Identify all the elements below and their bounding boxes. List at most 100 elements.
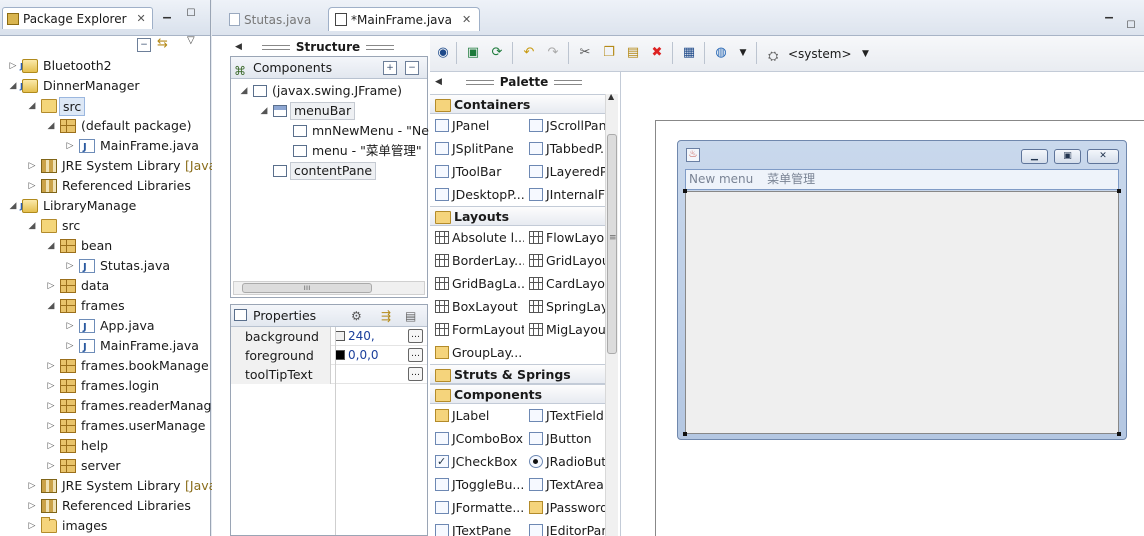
tree-item[interactable]: ▷ MainFrame.java <box>0 136 210 158</box>
tree-item[interactable]: ◢ DinnerManager <box>0 76 210 97</box>
collapsed-twisty-icon[interactable]: ▷ <box>46 396 56 416</box>
palette-item[interactable]: GridBagLa... <box>430 272 524 295</box>
palette-item[interactable]: JToolBar <box>430 160 524 183</box>
tree-item[interactable]: ◢ src <box>0 216 210 236</box>
palette-item[interactable]: JCheckBox <box>430 450 524 473</box>
palette-item[interactable]: JComboBox <box>430 427 524 450</box>
collapsed-twisty-icon[interactable]: ▷ <box>65 256 75 276</box>
tree-item[interactable]: ◢ LibraryManage <box>0 196 210 217</box>
tree-item[interactable]: ▷ images <box>0 516 210 536</box>
collapsed-twisty-icon[interactable]: ▷ <box>46 416 56 436</box>
palette-item[interactable]: JTextField <box>524 404 618 427</box>
expanded-twisty-icon[interactable]: ◢ <box>46 236 56 256</box>
frame-content-pane[interactable] <box>685 191 1119 434</box>
expanded-twisty-icon[interactable]: ◢ <box>27 216 37 236</box>
tree-item[interactable]: ▷ JRE System Library [Java <box>0 156 216 176</box>
palette-item[interactable]: FlowLayout <box>524 226 618 249</box>
collapsed-twisty-icon[interactable]: ▷ <box>27 176 37 196</box>
palette-item[interactable]: JRadioBut... <box>524 450 618 473</box>
property-row[interactable]: background 240,… <box>231 327 427 346</box>
expanded-twisty-icon[interactable]: ◢ <box>8 196 18 216</box>
close-icon[interactable]: ✕ <box>462 13 471 26</box>
test-gui-icon[interactable]: ◉ <box>434 44 452 62</box>
component-tree-item[interactable]: menu - "菜单管理" <box>231 141 427 161</box>
expanded-twisty-icon[interactable]: ◢ <box>259 101 269 121</box>
link-with-editor-icon[interactable]: ⇆ <box>157 36 168 51</box>
expand-all-icon[interactable]: + <box>383 61 397 75</box>
collapsed-twisty-icon[interactable]: ▷ <box>46 456 56 476</box>
palette-item[interactable]: JFormatte... <box>430 496 524 519</box>
palette-item[interactable]: Absolute l... <box>430 226 524 249</box>
palette-item[interactable]: JLabel <box>430 404 524 427</box>
close-icon[interactable]: ✕ <box>1087 149 1119 164</box>
tree-item[interactable]: ▷ Stutas.java <box>0 256 210 278</box>
collapse-all-icon[interactable]: − <box>137 38 151 52</box>
palette-item[interactable]: GroupLay... <box>430 341 524 364</box>
palette-item[interactable]: JLayeredP... <box>524 160 618 183</box>
palette-category[interactable]: Containers <box>430 94 605 114</box>
expanded-twisty-icon[interactable]: ◢ <box>46 296 56 316</box>
maximize-icon[interactable]: ▣ <box>1054 149 1081 164</box>
tree-item[interactable]: ◢ bean <box>0 236 210 256</box>
collapsed-twisty-icon[interactable]: ▷ <box>46 436 56 456</box>
tree-item[interactable]: ◢ frames <box>0 296 210 316</box>
palette-item[interactable]: BoxLayout <box>430 295 524 318</box>
collapsed-twisty-icon[interactable]: ▷ <box>27 476 37 496</box>
collapsed-twisty-icon[interactable]: ▷ <box>27 496 37 516</box>
maximize-icon[interactable]: ☐ <box>1124 20 1138 32</box>
menu-new-menu[interactable]: New menu <box>689 172 753 186</box>
expanded-twisty-icon[interactable]: ◢ <box>239 81 249 101</box>
collapse-arrow-icon[interactable]: ◀ <box>435 72 442 92</box>
tree-item[interactable]: ▷ Referenced Libraries <box>0 496 210 516</box>
tree-item[interactable]: ▷ data <box>0 276 210 296</box>
tree-item[interactable]: ▷ server <box>0 456 210 476</box>
property-value[interactable]: 240, <box>335 327 375 346</box>
palette-item[interactable]: JSplitPane <box>430 137 524 160</box>
frame-menubar[interactable]: New menu 菜单管理 <box>685 169 1119 190</box>
collapse-arrow-icon[interactable]: ◀ <box>235 38 242 56</box>
refresh-icon[interactable]: ⟳ <box>488 44 506 62</box>
component-tree-item[interactable]: ◢ (javax.swing.JFrame) <box>231 81 427 101</box>
palette-item[interactable]: JToggleBu... <box>430 473 524 496</box>
tree-item[interactable]: ▷ frames.bookManage <box>0 356 210 376</box>
jframe-preview[interactable]: ♨ ▁ ▣ ✕ New menu 菜单管理 <box>677 140 1127 440</box>
palette-item[interactable]: JScrollPane <box>524 114 618 137</box>
tree-item[interactable]: ◢ (default package) <box>0 116 210 136</box>
collapsed-twisty-icon[interactable]: ▷ <box>27 156 37 176</box>
palette-item[interactable]: JPassword... <box>524 496 618 519</box>
property-row[interactable]: foreground 0,0,0… <box>231 346 427 365</box>
palette-item[interactable]: JEditorPane <box>524 519 618 536</box>
palette-item[interactable]: FormLayout <box>430 318 524 341</box>
close-icon[interactable]: ✕ <box>137 12 146 25</box>
collapsed-twisty-icon[interactable]: ▷ <box>65 336 75 356</box>
tab-mainframe-java[interactable]: *MainFrame.java ✕ <box>328 7 481 31</box>
tree-item[interactable]: ▷ frames.login <box>0 376 210 396</box>
tab-stutas-java[interactable]: Stutas.java <box>222 7 320 31</box>
horizontal-scrollbar[interactable]: ııı <box>233 281 425 295</box>
design-canvas[interactable]: ♨ ▁ ▣ ✕ New menu 菜单管理 <box>620 72 1144 536</box>
collapsed-twisty-icon[interactable]: ▷ <box>46 276 56 296</box>
palette-item[interactable]: JTextPane <box>430 519 524 536</box>
view-menu-icon[interactable]: ▽ <box>187 35 195 46</box>
tree-item[interactable]: ▷ Bluetooth2 <box>0 56 210 77</box>
cut-icon[interactable]: ✂ <box>576 44 594 62</box>
edit-property-button[interactable]: … <box>408 367 423 381</box>
palette-item[interactable]: JInternalFr... <box>524 183 618 206</box>
edit-property-button[interactable]: … <box>408 348 423 362</box>
goto-definition-icon[interactable]: ⇶ <box>381 305 391 327</box>
scroll-up-icon[interactable]: ▲ <box>608 94 614 101</box>
collapsed-twisty-icon[interactable]: ▷ <box>8 56 18 76</box>
palette-item[interactable]: JDesktopP... <box>430 183 524 206</box>
palette-item[interactable]: JPanel <box>430 114 524 137</box>
show-events-icon[interactable]: ⚙ <box>351 305 362 327</box>
tree-item[interactable]: ▷ frames.readerManag <box>0 396 212 416</box>
undo-icon[interactable]: ↶ <box>520 44 538 62</box>
collapsed-twisty-icon[interactable]: ▷ <box>65 316 75 336</box>
collapsed-twisty-icon[interactable]: ▷ <box>65 136 75 156</box>
delete-icon[interactable]: ✖ <box>648 44 666 62</box>
palette-item[interactable]: JTabbedP... <box>524 137 618 160</box>
component-tree-item[interactable]: mnNewMenu - "Ne <box>231 121 429 141</box>
tree-item[interactable]: ◢ src <box>0 96 210 116</box>
maximize-icon[interactable]: ☐ <box>184 8 198 20</box>
tree-item[interactable]: ▷ App.java <box>0 316 210 338</box>
